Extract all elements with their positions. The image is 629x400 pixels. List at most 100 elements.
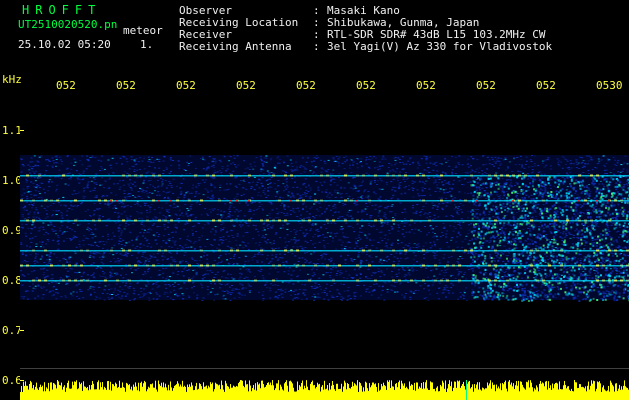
- noise-pixel: [478, 202, 481, 204]
- noise-pixel: [614, 178, 616, 180]
- noise-pixel: [119, 157, 122, 159]
- noise-pixel: [118, 243, 120, 245]
- noise-pixel: [282, 261, 285, 263]
- noise-pixel: [354, 187, 357, 189]
- noise-pixel: [259, 170, 262, 172]
- noise-pixel: [287, 282, 290, 284]
- noise-pixel: [503, 271, 506, 273]
- noise-pixel: [373, 289, 376, 290]
- noise-pixel: [99, 253, 102, 255]
- noise-pixel: [340, 188, 343, 189]
- noise-pixel: [55, 288, 58, 290]
- noise-pixel: [409, 290, 412, 292]
- noise-pixel: [66, 283, 69, 285]
- noise-pixel: [402, 268, 405, 270]
- noise-pixel: [40, 198, 43, 200]
- noise-pixel: [304, 193, 307, 195]
- noise-pixel: [426, 213, 429, 215]
- app-brand: HROFFT: [22, 3, 102, 17]
- noise-pixel: [66, 218, 69, 220]
- y-tick-label: 0.6: [2, 374, 22, 387]
- noise-pixel: [286, 184, 288, 186]
- noise-pixel: [294, 242, 297, 244]
- noise-pixel: [66, 231, 69, 232]
- noise-pixel: [314, 282, 317, 284]
- band-background: [20, 155, 629, 300]
- noise-pixel: [222, 295, 225, 297]
- noise-pixel: [206, 239, 209, 240]
- noise-pixel: [341, 216, 344, 218]
- noise-pixel: [147, 171, 150, 173]
- noise-pixel: [50, 224, 53, 226]
- noise-pixel: [43, 207, 46, 209]
- noise-pixel: [267, 187, 270, 189]
- noise-pixel: [283, 253, 286, 255]
- noise-pixel: [397, 157, 400, 159]
- noise-pixel: [403, 269, 406, 271]
- noise-pixel: [356, 245, 359, 247]
- noise-pixel: [421, 190, 424, 192]
- noise-pixel: [289, 159, 292, 161]
- noise-pixel: [457, 231, 460, 233]
- noise-pixel: [600, 159, 603, 161]
- noise-pixel: [428, 289, 430, 291]
- noise-pixel: [59, 230, 62, 232]
- noise-pixel: [307, 185, 310, 187]
- noise-pixel: [185, 221, 188, 223]
- noise-pixel: [110, 266, 112, 268]
- noise-pixel: [485, 285, 488, 287]
- noise-pixel: [30, 271, 33, 273]
- noise-pixel: [367, 268, 370, 270]
- noise-pixel: [262, 248, 265, 250]
- noise-pixel: [32, 216, 35, 218]
- noise-pixel: [255, 228, 258, 230]
- noise-pixel: [150, 172, 153, 174]
- noise-pixel: [170, 232, 173, 233]
- noise-pixel: [195, 260, 198, 262]
- noise-pixel: [31, 161, 34, 163]
- noise-pixel: [351, 260, 354, 262]
- noise-pixel: [447, 159, 450, 161]
- noise-pixel: [492, 160, 495, 162]
- noise-pixel: [618, 270, 621, 272]
- noise-pixel: [528, 223, 531, 225]
- noise-pixel: [42, 229, 45, 230]
- noise-pixel: [218, 244, 221, 246]
- noise-pixel: [61, 213, 64, 215]
- noise-pixel: [328, 205, 331, 207]
- noise-pixel: [281, 296, 284, 298]
- noise-pixel: [225, 183, 228, 185]
- noise-pixel: [74, 205, 77, 207]
- noise-pixel: [306, 211, 308, 213]
- noise-pixel: [226, 230, 229, 232]
- noise-pixel: [545, 164, 548, 166]
- noise-pixel: [445, 296, 447, 298]
- noise-pixel: [251, 187, 254, 188]
- noise-pixel: [588, 278, 591, 280]
- noise-pixel: [187, 163, 190, 164]
- noise-pixel: [274, 256, 277, 257]
- noise-pixel: [566, 159, 569, 161]
- noise-pixel: [562, 228, 565, 230]
- noise-pixel: [27, 213, 30, 215]
- noise-pixel: [338, 216, 341, 218]
- noise-pixel: [149, 184, 152, 186]
- noise-pixel: [140, 189, 142, 191]
- noise-pixel: [488, 258, 491, 259]
- noise-pixel: [370, 180, 373, 182]
- noise-pixel: [233, 219, 236, 221]
- noise-pixel: [197, 183, 200, 185]
- noise-pixel: [459, 203, 462, 204]
- noise-pixel: [92, 289, 95, 291]
- noise-pixel: [40, 205, 43, 207]
- noise-pixel: [610, 206, 613, 208]
- noise-pixel: [372, 290, 375, 291]
- noise-pixel: [440, 270, 443, 272]
- noise-pixel: [381, 286, 384, 288]
- noise-pixel: [411, 187, 414, 189]
- noise-pixel: [380, 271, 383, 273]
- noise-pixel: [20, 296, 23, 298]
- noise-pixel: [101, 196, 104, 198]
- noise-pixel: [229, 258, 232, 259]
- noise-pixel: [226, 168, 229, 170]
